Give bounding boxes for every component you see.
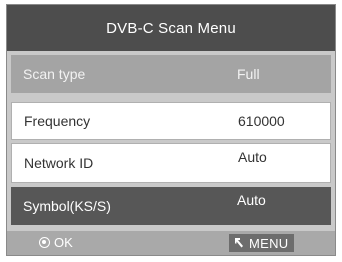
network-id-row[interactable]: Network ID Auto — [11, 143, 331, 183]
frequency-row[interactable]: Frequency 610000 — [11, 102, 331, 140]
ok-hint-label: OK — [54, 235, 73, 250]
frequency-value[interactable]: 610000 — [238, 113, 285, 129]
network-id-value[interactable]: Auto — [238, 149, 267, 165]
scan-type-value[interactable]: Full — [237, 66, 260, 82]
symbol-rate-label: Symbol(KS/S) — [23, 198, 111, 214]
frequency-label: Frequency — [24, 113, 91, 129]
return-arrow-icon — [235, 238, 243, 248]
symbol-rate-value[interactable]: Auto — [237, 192, 266, 208]
footer-bar: OK MENU — [7, 231, 335, 255]
network-id-label: Network ID — [24, 155, 94, 171]
ok-hint[interactable]: OK — [39, 235, 73, 250]
menu-hint-label: MENU — [249, 235, 289, 251]
ok-circle-icon — [39, 237, 50, 248]
scan-type-row[interactable]: Scan type Full — [11, 55, 331, 93]
scan-type-label: Scan type — [23, 66, 86, 82]
menu-title-text: DVB-C Scan Menu — [106, 19, 236, 37]
menu-title: DVB-C Scan Menu — [7, 5, 335, 51]
menu-hint[interactable]: MENU — [229, 234, 295, 252]
dvb-c-scan-menu: DVB-C Scan Menu Scan type Full Frequency… — [6, 4, 336, 256]
symbol-rate-row[interactable]: Symbol(KS/S) Auto — [11, 187, 331, 225]
